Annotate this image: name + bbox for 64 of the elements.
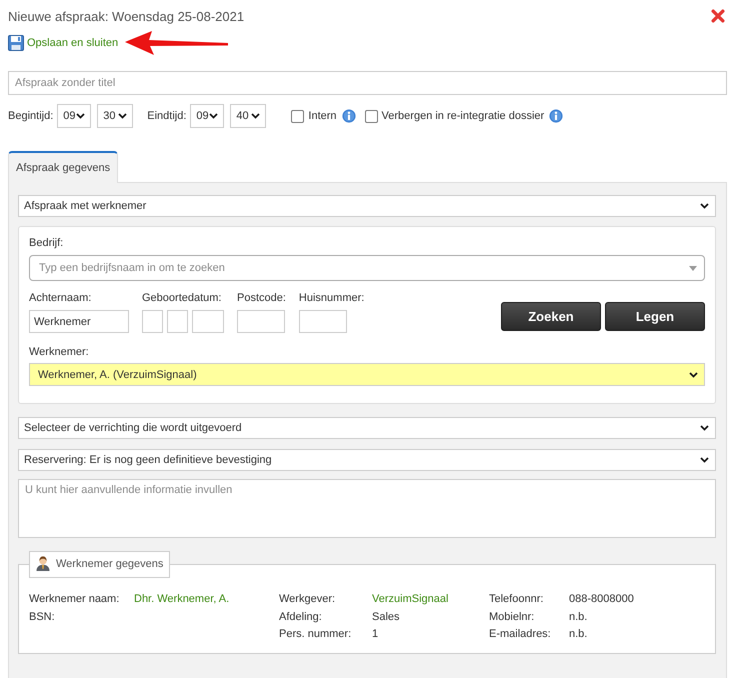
detail-label: Werkgever: — [279, 592, 336, 607]
text-field[interactable]: Werknemer — [29, 310, 129, 333]
detail-label: Telefoonnr: — [489, 592, 544, 607]
close-icon[interactable] — [711, 9, 725, 23]
text-field[interactable] — [298, 310, 347, 333]
detail-label: E-mailadres: — [489, 627, 551, 642]
minute-select[interactable]: 40 — [230, 104, 266, 128]
chevron-down-icon — [689, 372, 698, 378]
detail-value: n.b. — [569, 627, 588, 642]
appointment-type-select[interactable]: Afspraak met werknemer — [18, 195, 716, 217]
chevron-down-icon — [251, 113, 260, 119]
field-label: Huisnummer: — [298, 291, 364, 305]
text-field[interactable] — [237, 310, 285, 333]
save-link[interactable]: Opslaan en sluiten — [8, 35, 118, 51]
detail-label: Werknemer naam: — [29, 592, 120, 607]
field-label: Achternaam: — [29, 291, 92, 305]
search-button[interactable]: Zoeken — [501, 302, 601, 331]
window-title: Nieuwe afspraak: Woensdag 25-08-2021 — [8, 8, 244, 24]
chevron-down-icon — [76, 113, 86, 119]
field-label: Postcode: — [237, 291, 286, 305]
title-input[interactable]: Afspraak zonder titel — [8, 71, 727, 95]
hour-select[interactable]: 09 — [57, 104, 92, 128]
activity-select[interactable]: Selecteer de verrichting die wordt uitgevoerd — [18, 417, 716, 439]
caret-icon[interactable] — [689, 266, 697, 271]
tab[interactable]: Afspraak gegevens — [8, 151, 118, 183]
checkbox[interactable] — [291, 110, 304, 122]
detail-value: n.b. — [569, 610, 588, 624]
detail-value: Sales — [372, 610, 400, 624]
info-icon[interactable] — [549, 109, 564, 123]
minute-select[interactable]: 30 — [97, 104, 134, 128]
detail-value: 1 — [372, 627, 378, 642]
detail-label: BSN: — [29, 610, 55, 624]
reservation-select[interactable]: Reservering: Er is nog geen definitieve bevestiging — [18, 449, 716, 471]
chevron-down-icon — [700, 203, 709, 209]
company-search-field[interactable]: Typ een bedrijfsnaam in om te zoeken — [29, 255, 705, 281]
notes-textarea[interactable]: U kunt hier aanvullende informatie invullen — [18, 479, 716, 538]
date-field[interactable] — [142, 310, 163, 333]
field-label: Geboortedatum: — [142, 291, 222, 305]
option-label: Verbergen in re-integratie dossier — [382, 110, 544, 122]
detail-link[interactable]: Dhr. Werknemer, A. — [134, 591, 230, 608]
clear-button[interactable]: Legen — [605, 302, 705, 331]
chevron-down-icon — [118, 113, 128, 119]
chevron-down-icon — [209, 113, 218, 119]
date-field[interactable] — [167, 310, 188, 333]
field-label: Bedrijf: — [29, 236, 64, 250]
save-icon[interactable] — [8, 35, 24, 51]
detail-label: Pers. nummer: — [279, 627, 352, 642]
date-field[interactable] — [192, 310, 224, 333]
detail-link[interactable]: VerzuimSignaal — [372, 591, 448, 608]
detail-label: Afdeling: — [279, 610, 322, 624]
option-label: Intern — [308, 110, 337, 122]
chevron-down-icon — [700, 457, 709, 463]
time-label: Eindtijd: — [147, 110, 186, 122]
employee-select[interactable]: Werknemer, A. (VerzuimSignaal) — [29, 363, 705, 386]
checkbox[interactable] — [364, 110, 378, 122]
time-label: Begintijd: — [8, 110, 54, 122]
info-icon[interactable] — [342, 109, 356, 123]
detail-label: Mobielnr: — [489, 610, 534, 624]
detail-value: 088-8008000 — [569, 592, 634, 607]
section-title: Werknemer gegevens — [56, 558, 164, 570]
hour-select[interactable]: 09 — [190, 104, 224, 128]
field-label: Werknemer: — [29, 345, 89, 359]
person-icon — [35, 555, 51, 571]
chevron-down-icon — [700, 425, 709, 431]
